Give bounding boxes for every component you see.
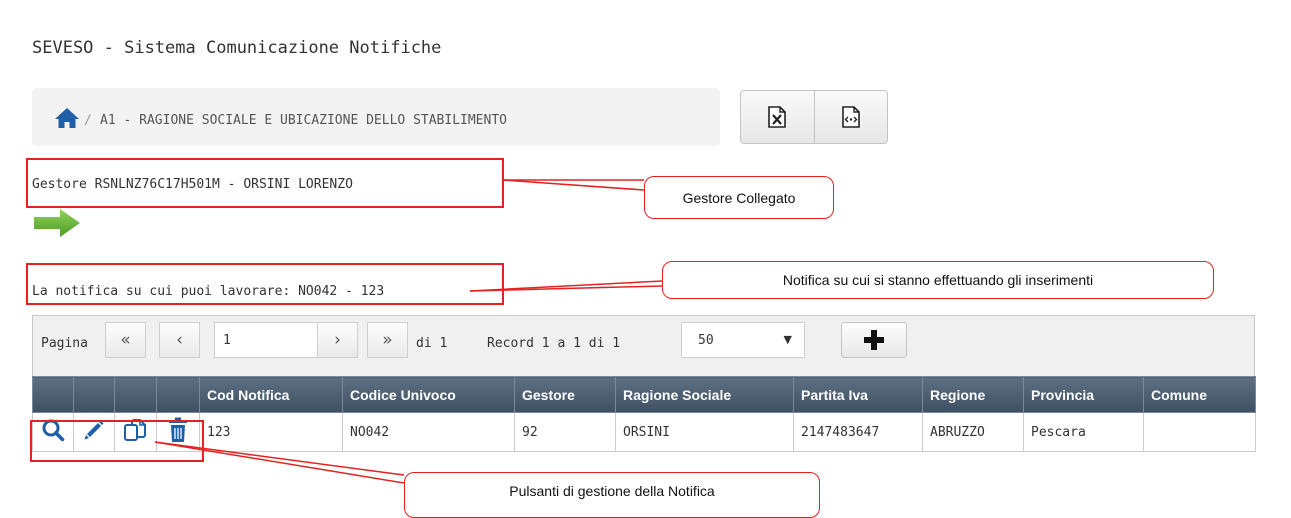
- home-icon[interactable]: [54, 107, 80, 129]
- column-header: [73, 376, 115, 413]
- chevron-down-icon: ▼: [783, 333, 792, 346]
- action-buttons-highlight: [30, 420, 204, 462]
- plus-icon: [864, 330, 884, 350]
- first-page-icon: «: [120, 330, 131, 350]
- column-header-codice-univoco[interactable]: Codice Univoco: [342, 376, 515, 413]
- cell-codice-univoco: NO042: [342, 412, 515, 452]
- page-title: SEVESO - Sistema Comunicazione Notifiche: [32, 38, 442, 58]
- prev-page-button[interactable]: ‹: [159, 322, 200, 358]
- cell-ragione-sociale: ORSINI: [615, 412, 794, 452]
- last-page-button[interactable]: »: [367, 322, 408, 358]
- page-size-select[interactable]: 50 ▼: [681, 322, 805, 358]
- first-page-button[interactable]: «: [105, 322, 146, 358]
- next-page-button[interactable]: ›: [317, 322, 358, 358]
- column-header-gestore[interactable]: Gestore: [514, 376, 616, 413]
- column-header-regione[interactable]: Regione: [922, 376, 1024, 413]
- callout-gestore-collegato: Gestore Collegato: [644, 176, 834, 219]
- notifiche-table: Cod Notifica Codice Univoco Gestore Ragi…: [32, 376, 1256, 452]
- column-header: [114, 376, 157, 413]
- cell-comune: [1143, 412, 1256, 452]
- table-row: 123 NO042 92 ORSINI 2147483647 ABRUZZO P…: [32, 412, 1256, 452]
- column-header: [32, 376, 74, 413]
- table-header: Cod Notifica Codice Univoco Gestore Ragi…: [32, 376, 1256, 413]
- column-header-comune[interactable]: Comune: [1143, 376, 1256, 413]
- excel-export-icon: [768, 106, 787, 128]
- pager-toolbar: Pagina « ‹ › » di 1 Record 1 a 1 di 1 50…: [32, 315, 1255, 376]
- cell-gestore: 92: [514, 412, 616, 452]
- next-page-icon: ›: [334, 330, 341, 350]
- add-button[interactable]: [841, 322, 907, 358]
- cell-partita-iva: 2147483647: [793, 412, 923, 452]
- export-button-group: [740, 90, 888, 144]
- column-header-partita-iva[interactable]: Partita Iva: [793, 376, 923, 413]
- column-header-cod-notifica[interactable]: Cod Notifica: [199, 376, 343, 413]
- xml-export-icon: [841, 106, 860, 128]
- pager-label: Pagina: [41, 336, 88, 351]
- breadcrumb-current[interactable]: A1 - RAGIONE SOCIALE E UBICAZIONE DELLO …: [100, 113, 507, 128]
- prev-page-icon: ‹: [176, 330, 183, 350]
- column-header: [156, 376, 200, 413]
- callout-notifica: Notifica su cui si stanno effettuando gl…: [662, 261, 1214, 299]
- xml-export-button[interactable]: [813, 91, 887, 143]
- record-count: Record 1 a 1 di 1: [487, 336, 621, 351]
- page-count: di 1: [416, 336, 448, 351]
- last-page-icon: »: [382, 330, 393, 350]
- notifica-highlight: [26, 263, 504, 305]
- callout-pulsanti: Pulsanti di gestione della Notifica: [404, 472, 820, 518]
- column-header-ragione-sociale[interactable]: Ragione Sociale: [615, 376, 794, 413]
- excel-export-button[interactable]: [741, 91, 814, 143]
- arrow-right-icon[interactable]: [32, 208, 82, 238]
- page-size-value: 50: [698, 332, 714, 348]
- cell-regione: ABRUZZO: [922, 412, 1024, 452]
- cell-provincia: Pescara: [1023, 412, 1144, 452]
- breadcrumb-separator: /: [84, 113, 92, 128]
- cell-cod-notifica: 123: [199, 412, 343, 452]
- gestore-highlight: [26, 158, 504, 208]
- breadcrumb: / A1 - RAGIONE SOCIALE E UBICAZIONE DELL…: [32, 88, 720, 146]
- column-header-provincia[interactable]: Provincia: [1023, 376, 1144, 413]
